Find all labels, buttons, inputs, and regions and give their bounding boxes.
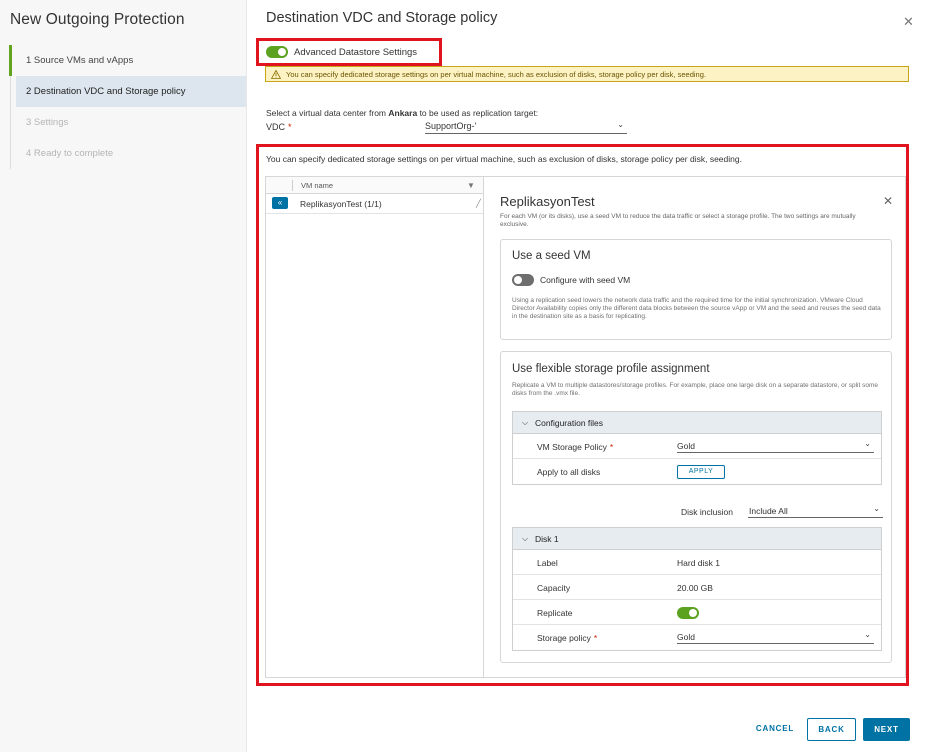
disk-label-row: Label Hard disk 1 bbox=[513, 550, 881, 575]
disk-1-stack: ⌵ Disk 1 Label Hard disk 1 Capacity 20.0… bbox=[512, 527, 882, 651]
wizard-steps: 1 Source VMs and vApps 2 Destination VDC… bbox=[9, 45, 246, 169]
chevron-down-icon: ⌵ bbox=[522, 418, 529, 427]
resize-handle-icon[interactable]: ╱ bbox=[476, 199, 481, 208]
vm-datagrid: VM name ▼ « ReplikasyonTest (1/1) ╱ bbox=[266, 177, 484, 677]
chevron-down-icon: ⌄ bbox=[617, 120, 624, 129]
seed-vm-title: Use a seed VM bbox=[512, 250, 591, 262]
cancel-button[interactable]: CANCEL bbox=[747, 718, 803, 741]
seed-toggle-row: Configure with seed VM bbox=[512, 274, 630, 286]
flexible-storage-text: Replicate a VM to multiple datastores/st… bbox=[512, 382, 878, 397]
disk-capacity-label: Capacity bbox=[537, 583, 571, 593]
disk-capacity-value: 20.00 GB bbox=[677, 583, 713, 593]
vdc-label: VDC * bbox=[266, 122, 292, 132]
disk-replicate-toggle[interactable] bbox=[677, 607, 699, 619]
disk-inclusion-label: Disk inclusion bbox=[681, 507, 733, 517]
apply-to-all-row: Apply to all disks APPLY bbox=[513, 459, 881, 484]
vdc-select-value: SupportOrg-' bbox=[425, 121, 477, 131]
vm-storage-split-panel: VM name ▼ « ReplikasyonTest (1/1) ╱ Repl… bbox=[265, 176, 906, 678]
advanced-datastore-toggle-row: Advanced Datastore Settings bbox=[266, 46, 417, 58]
wizard-title: New Outgoing Protection bbox=[10, 11, 185, 28]
wizard-sidebar: New Outgoing Protection 1 Source VMs and… bbox=[0, 0, 247, 752]
chevron-down-icon: ⌄ bbox=[864, 630, 871, 639]
disk-storage-policy-value: Gold bbox=[677, 632, 695, 642]
disk-label-value: Hard disk 1 bbox=[677, 558, 720, 568]
back-button[interactable]: BACK bbox=[807, 718, 856, 741]
site-name: Ankara bbox=[388, 108, 418, 118]
vm-storage-policy-label: VM Storage Policy * bbox=[537, 442, 614, 452]
disk-inclusion-value: Include All bbox=[749, 506, 788, 516]
collapse-detail-icon[interactable]: « bbox=[272, 197, 288, 209]
detail-subtitle: For each VM (or its disks), use a seed V… bbox=[500, 213, 856, 228]
seed-vm-text: Using a replication seed lowers the netw… bbox=[512, 297, 881, 320]
apply-button[interactable]: APPLY bbox=[677, 465, 725, 479]
config-files-header[interactable]: ⌵ Configuration files bbox=[513, 412, 881, 434]
close-icon[interactable]: ✕ bbox=[903, 14, 914, 30]
disk-capacity-row: Capacity 20.00 GB bbox=[513, 575, 881, 600]
wizard-step-ready: 4 Ready to complete bbox=[26, 148, 114, 159]
chevron-down-icon: ⌄ bbox=[864, 439, 871, 448]
disk-replicate-label: Replicate bbox=[537, 608, 573, 618]
filter-icon[interactable]: ▼ bbox=[467, 181, 475, 190]
advanced-datastore-toggle[interactable] bbox=[266, 46, 288, 58]
apply-to-all-label: Apply to all disks bbox=[537, 467, 601, 477]
warning-text: You can specify dedicated storage settin… bbox=[286, 69, 706, 79]
seed-vm-toggle-label: Configure with seed VM bbox=[540, 275, 631, 285]
disk-storage-policy-select[interactable]: Gold ⌄ bbox=[677, 629, 874, 644]
next-button[interactable]: NEXT bbox=[863, 718, 910, 741]
datagrid-header: VM name ▼ bbox=[266, 177, 483, 194]
vm-storage-policy-select[interactable]: Gold ⌄ bbox=[677, 438, 874, 453]
chevron-down-icon: ⌄ bbox=[873, 504, 880, 513]
vm-name-cell: ReplikasyonTest (1/1) bbox=[300, 199, 382, 209]
detail-title: ReplikasyonTest bbox=[500, 194, 595, 209]
seed-vm-card: Use a seed VM Configure with seed VM Usi… bbox=[500, 239, 892, 340]
chevron-down-icon: ⌵ bbox=[522, 534, 529, 543]
wizard-step-settings: 3 Settings bbox=[26, 117, 69, 128]
vm-storage-policy-value: Gold bbox=[677, 441, 695, 451]
flexible-storage-title: Use flexible storage profile assignment bbox=[512, 363, 710, 375]
warning-icon bbox=[271, 69, 281, 79]
table-row[interactable]: « ReplikasyonTest (1/1) ╱ bbox=[266, 194, 483, 214]
disk-label-label: Label bbox=[537, 558, 558, 568]
wizard-step-source-vms[interactable]: 1 Source VMs and vApps bbox=[9, 45, 246, 76]
disk-storage-policy-label: Storage policy * bbox=[537, 633, 598, 643]
seed-vm-toggle[interactable] bbox=[512, 274, 534, 286]
disk-inclusion-select[interactable]: Include All ⌄ bbox=[748, 503, 883, 518]
disk-storage-policy-row: Storage policy * Gold ⌄ bbox=[513, 625, 881, 650]
advanced-datastore-label: Advanced Datastore Settings bbox=[294, 46, 418, 58]
warning-banner: You can specify dedicated storage settin… bbox=[265, 66, 909, 82]
advanced-description: You can specify dedicated storage settin… bbox=[266, 154, 742, 164]
column-header-vm-name[interactable]: VM name bbox=[301, 181, 333, 190]
vdc-select[interactable]: SupportOrg-' ⌄ bbox=[425, 119, 627, 134]
wizard-step-destination-vdc[interactable]: 2 Destination VDC and Storage policy bbox=[16, 76, 246, 107]
page-title: Destination VDC and Storage policy bbox=[266, 10, 498, 26]
detail-close-icon[interactable]: ✕ bbox=[883, 194, 893, 208]
config-files-stack: ⌵ Configuration files VM Storage Policy *… bbox=[512, 411, 882, 485]
disk-replicate-row: Replicate bbox=[513, 600, 881, 625]
disk-1-header[interactable]: ⌵ Disk 1 bbox=[513, 528, 881, 550]
vm-detail-pane: ReplikasyonTest ✕ For each VM (or its di… bbox=[485, 177, 905, 677]
vdc-instructions: Select a virtual data center from Ankara… bbox=[266, 108, 539, 118]
vm-storage-policy-row: VM Storage Policy * Gold ⌄ bbox=[513, 434, 881, 459]
